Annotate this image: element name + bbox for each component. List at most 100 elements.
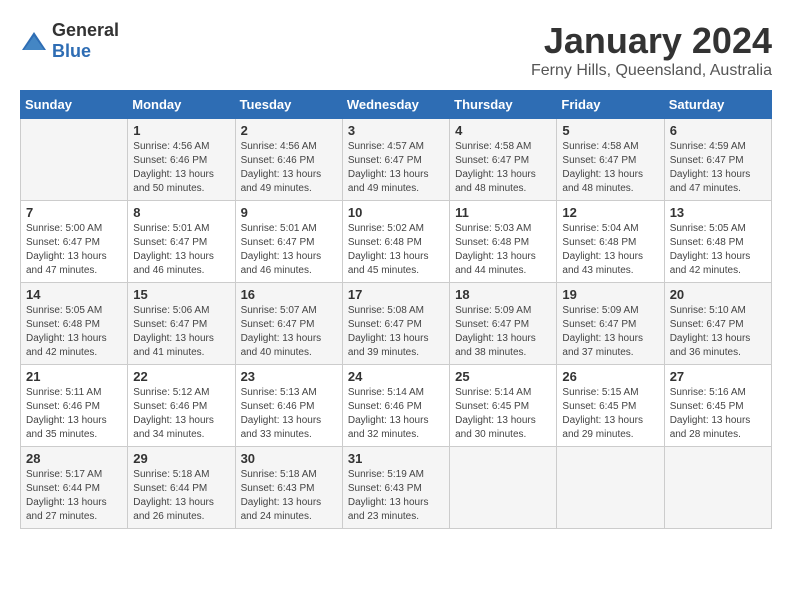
day-info: Sunrise: 5:12 AM Sunset: 6:46 PM Dayligh… xyxy=(133,386,229,442)
calendar-week: 14Sunrise: 5:05 AM Sunset: 6:48 PM Dayli… xyxy=(21,283,772,365)
day-info: Sunrise: 5:15 AM Sunset: 6:45 PM Dayligh… xyxy=(562,386,658,442)
day-number: 16 xyxy=(241,287,337,302)
day-number: 23 xyxy=(241,369,337,384)
calendar-cell: 1Sunrise: 4:56 AM Sunset: 6:46 PM Daylig… xyxy=(128,119,235,201)
day-info: Sunrise: 4:57 AM Sunset: 6:47 PM Dayligh… xyxy=(348,140,444,196)
day-info: Sunrise: 5:01 AM Sunset: 6:47 PM Dayligh… xyxy=(133,222,229,278)
calendar-cell: 22 Sunrise: 5:12 AM Sunset: 6:46 PM Dayli… xyxy=(128,365,235,447)
day-number: 2 xyxy=(241,123,337,138)
calendar-cell xyxy=(557,447,664,529)
header-day: Thursday xyxy=(450,91,557,119)
day-info: Sunrise: 5:19 AM Sunset: 6:43 PM Dayligh… xyxy=(348,468,444,524)
day-number: 27 xyxy=(670,369,766,384)
calendar-cell: 30Sunrise: 5:18 AM Sunset: 6:43 PM Dayli… xyxy=(235,447,342,529)
day-number: 9 xyxy=(241,205,337,220)
day-number: 20 xyxy=(670,287,766,302)
day-number: 1 xyxy=(133,123,229,138)
day-number: 5 xyxy=(562,123,658,138)
calendar-title: January 2024 xyxy=(531,20,772,62)
calendar-cell: 3 Sunrise: 4:57 AM Sunset: 6:47 PM Daylig… xyxy=(342,119,449,201)
logo-general: General xyxy=(52,20,119,40)
calendar-week: 21Sunrise: 5:11 AM Sunset: 6:46 PM Dayli… xyxy=(21,365,772,447)
day-number: 15 xyxy=(133,287,229,302)
day-info: Sunrise: 5:03 AM Sunset: 6:48 PM Dayligh… xyxy=(455,222,551,278)
day-number: 12 xyxy=(562,205,658,220)
calendar-cell: 12 Sunrise: 5:04 AM Sunset: 6:48 PM Dayli… xyxy=(557,201,664,283)
calendar-cell: 19Sunrise: 5:09 AM Sunset: 6:47 PM Dayli… xyxy=(557,283,664,365)
calendar-cell: 6Sunrise: 4:59 AM Sunset: 6:47 PM Daylig… xyxy=(664,119,771,201)
day-info: Sunrise: 5:04 AM Sunset: 6:48 PM Dayligh… xyxy=(562,222,658,278)
calendar-cell: 28Sunrise: 5:17 AM Sunset: 6:44 PM Dayli… xyxy=(21,447,128,529)
calendar-cell: 16 Sunrise: 5:07 AM Sunset: 6:47 PM Dayli… xyxy=(235,283,342,365)
calendar-cell: 15Sunrise: 5:06 AM Sunset: 6:47 PM Dayli… xyxy=(128,283,235,365)
calendar-cell: 26 Sunrise: 5:15 AM Sunset: 6:45 PM Dayli… xyxy=(557,365,664,447)
day-number: 18 xyxy=(455,287,551,302)
calendar-cell: 14Sunrise: 5:05 AM Sunset: 6:48 PM Dayli… xyxy=(21,283,128,365)
calendar-cell xyxy=(664,447,771,529)
day-info: Sunrise: 5:14 AM Sunset: 6:46 PM Dayligh… xyxy=(348,386,444,442)
day-info: Sunrise: 5:14 AM Sunset: 6:45 PM Dayligh… xyxy=(455,386,551,442)
day-info: Sunrise: 5:11 AM Sunset: 6:46 PM Dayligh… xyxy=(26,386,122,442)
day-number: 11 xyxy=(455,205,551,220)
calendar-cell: 29 Sunrise: 5:18 AM Sunset: 6:44 PM Dayli… xyxy=(128,447,235,529)
day-number: 25 xyxy=(455,369,551,384)
day-info: Sunrise: 5:10 AM Sunset: 6:47 PM Dayligh… xyxy=(670,304,766,360)
logo-blue: Blue xyxy=(52,41,91,61)
day-info: Sunrise: 5:05 AM Sunset: 6:48 PM Dayligh… xyxy=(670,222,766,278)
header-day: Friday xyxy=(557,91,664,119)
calendar-week: 28Sunrise: 5:17 AM Sunset: 6:44 PM Dayli… xyxy=(21,447,772,529)
day-number: 10 xyxy=(348,205,444,220)
calendar-cell: 9 Sunrise: 5:01 AM Sunset: 6:47 PM Daylig… xyxy=(235,201,342,283)
day-info: Sunrise: 5:18 AM Sunset: 6:44 PM Dayligh… xyxy=(133,468,229,524)
calendar-cell: 25 Sunrise: 5:14 AM Sunset: 6:45 PM Dayli… xyxy=(450,365,557,447)
day-info: Sunrise: 5:07 AM Sunset: 6:47 PM Dayligh… xyxy=(241,304,337,360)
title-area: January 2024 Ferny Hills, Queensland, Au… xyxy=(531,20,772,80)
day-number: 6 xyxy=(670,123,766,138)
day-info: Sunrise: 5:18 AM Sunset: 6:43 PM Dayligh… xyxy=(241,468,337,524)
calendar-cell: 7 Sunrise: 5:00 AM Sunset: 6:47 PM Daylig… xyxy=(21,201,128,283)
day-info: Sunrise: 4:58 AM Sunset: 6:47 PM Dayligh… xyxy=(562,140,658,196)
calendar-cell: 20 Sunrise: 5:10 AM Sunset: 6:47 PM Dayli… xyxy=(664,283,771,365)
day-number: 19 xyxy=(562,287,658,302)
header-row: SundayMondayTuesdayWednesdayThursdayFrid… xyxy=(21,91,772,119)
day-info: Sunrise: 4:58 AM Sunset: 6:47 PM Dayligh… xyxy=(455,140,551,196)
day-number: 28 xyxy=(26,451,122,466)
day-number: 14 xyxy=(26,287,122,302)
calendar-cell xyxy=(450,447,557,529)
header-day: Saturday xyxy=(664,91,771,119)
day-number: 7 xyxy=(26,205,122,220)
header-day: Wednesday xyxy=(342,91,449,119)
day-number: 22 xyxy=(133,369,229,384)
day-info: Sunrise: 5:08 AM Sunset: 6:47 PM Dayligh… xyxy=(348,304,444,360)
calendar-cell: 31Sunrise: 5:19 AM Sunset: 6:43 PM Dayli… xyxy=(342,447,449,529)
header-day: Sunday xyxy=(21,91,128,119)
day-info: Sunrise: 4:56 AM Sunset: 6:46 PM Dayligh… xyxy=(241,140,337,196)
day-info: Sunrise: 5:09 AM Sunset: 6:47 PM Dayligh… xyxy=(455,304,551,360)
logo: General Blue xyxy=(20,20,119,62)
day-number: 3 xyxy=(348,123,444,138)
day-number: 26 xyxy=(562,369,658,384)
day-info: Sunrise: 5:01 AM Sunset: 6:47 PM Dayligh… xyxy=(241,222,337,278)
day-number: 4 xyxy=(455,123,551,138)
day-info: Sunrise: 5:13 AM Sunset: 6:46 PM Dayligh… xyxy=(241,386,337,442)
day-info: Sunrise: 5:00 AM Sunset: 6:47 PM Dayligh… xyxy=(26,222,122,278)
calendar-cell xyxy=(21,119,128,201)
calendar-cell: 2 Sunrise: 4:56 AM Sunset: 6:46 PM Daylig… xyxy=(235,119,342,201)
calendar-cell: 18 Sunrise: 5:09 AM Sunset: 6:47 PM Dayli… xyxy=(450,283,557,365)
day-number: 13 xyxy=(670,205,766,220)
calendar-week: 1 Sunrise: 4:56 AM Sunset: 6:46 PM Daylig… xyxy=(21,119,772,201)
calendar-cell: 11 Sunrise: 5:03 AM Sunset: 6:48 PM Dayli… xyxy=(450,201,557,283)
calendar-subtitle: Ferny Hills, Queensland, Australia xyxy=(531,62,772,80)
calendar-cell: 23 Sunrise: 5:13 AM Sunset: 6:46 PM Dayli… xyxy=(235,365,342,447)
day-info: Sunrise: 5:16 AM Sunset: 6:45 PM Dayligh… xyxy=(670,386,766,442)
calendar-cell: 13 Sunrise: 5:05 AM Sunset: 6:48 PM Dayli… xyxy=(664,201,771,283)
day-info: Sunrise: 5:02 AM Sunset: 6:48 PM Dayligh… xyxy=(348,222,444,278)
day-number: 29 xyxy=(133,451,229,466)
calendar-cell: 5 Sunrise: 4:58 AM Sunset: 6:47 PM Daylig… xyxy=(557,119,664,201)
day-number: 24 xyxy=(348,369,444,384)
page-header: General Blue January 2024 Ferny Hills, Q… xyxy=(20,20,772,80)
calendar-cell: 10 Sunrise: 5:02 AM Sunset: 6:48 PM Dayli… xyxy=(342,201,449,283)
calendar-table: SundayMondayTuesdayWednesdayThursdayFrid… xyxy=(20,90,772,529)
header-day: Tuesday xyxy=(235,91,342,119)
calendar-cell: 17Sunrise: 5:08 AM Sunset: 6:47 PM Dayli… xyxy=(342,283,449,365)
